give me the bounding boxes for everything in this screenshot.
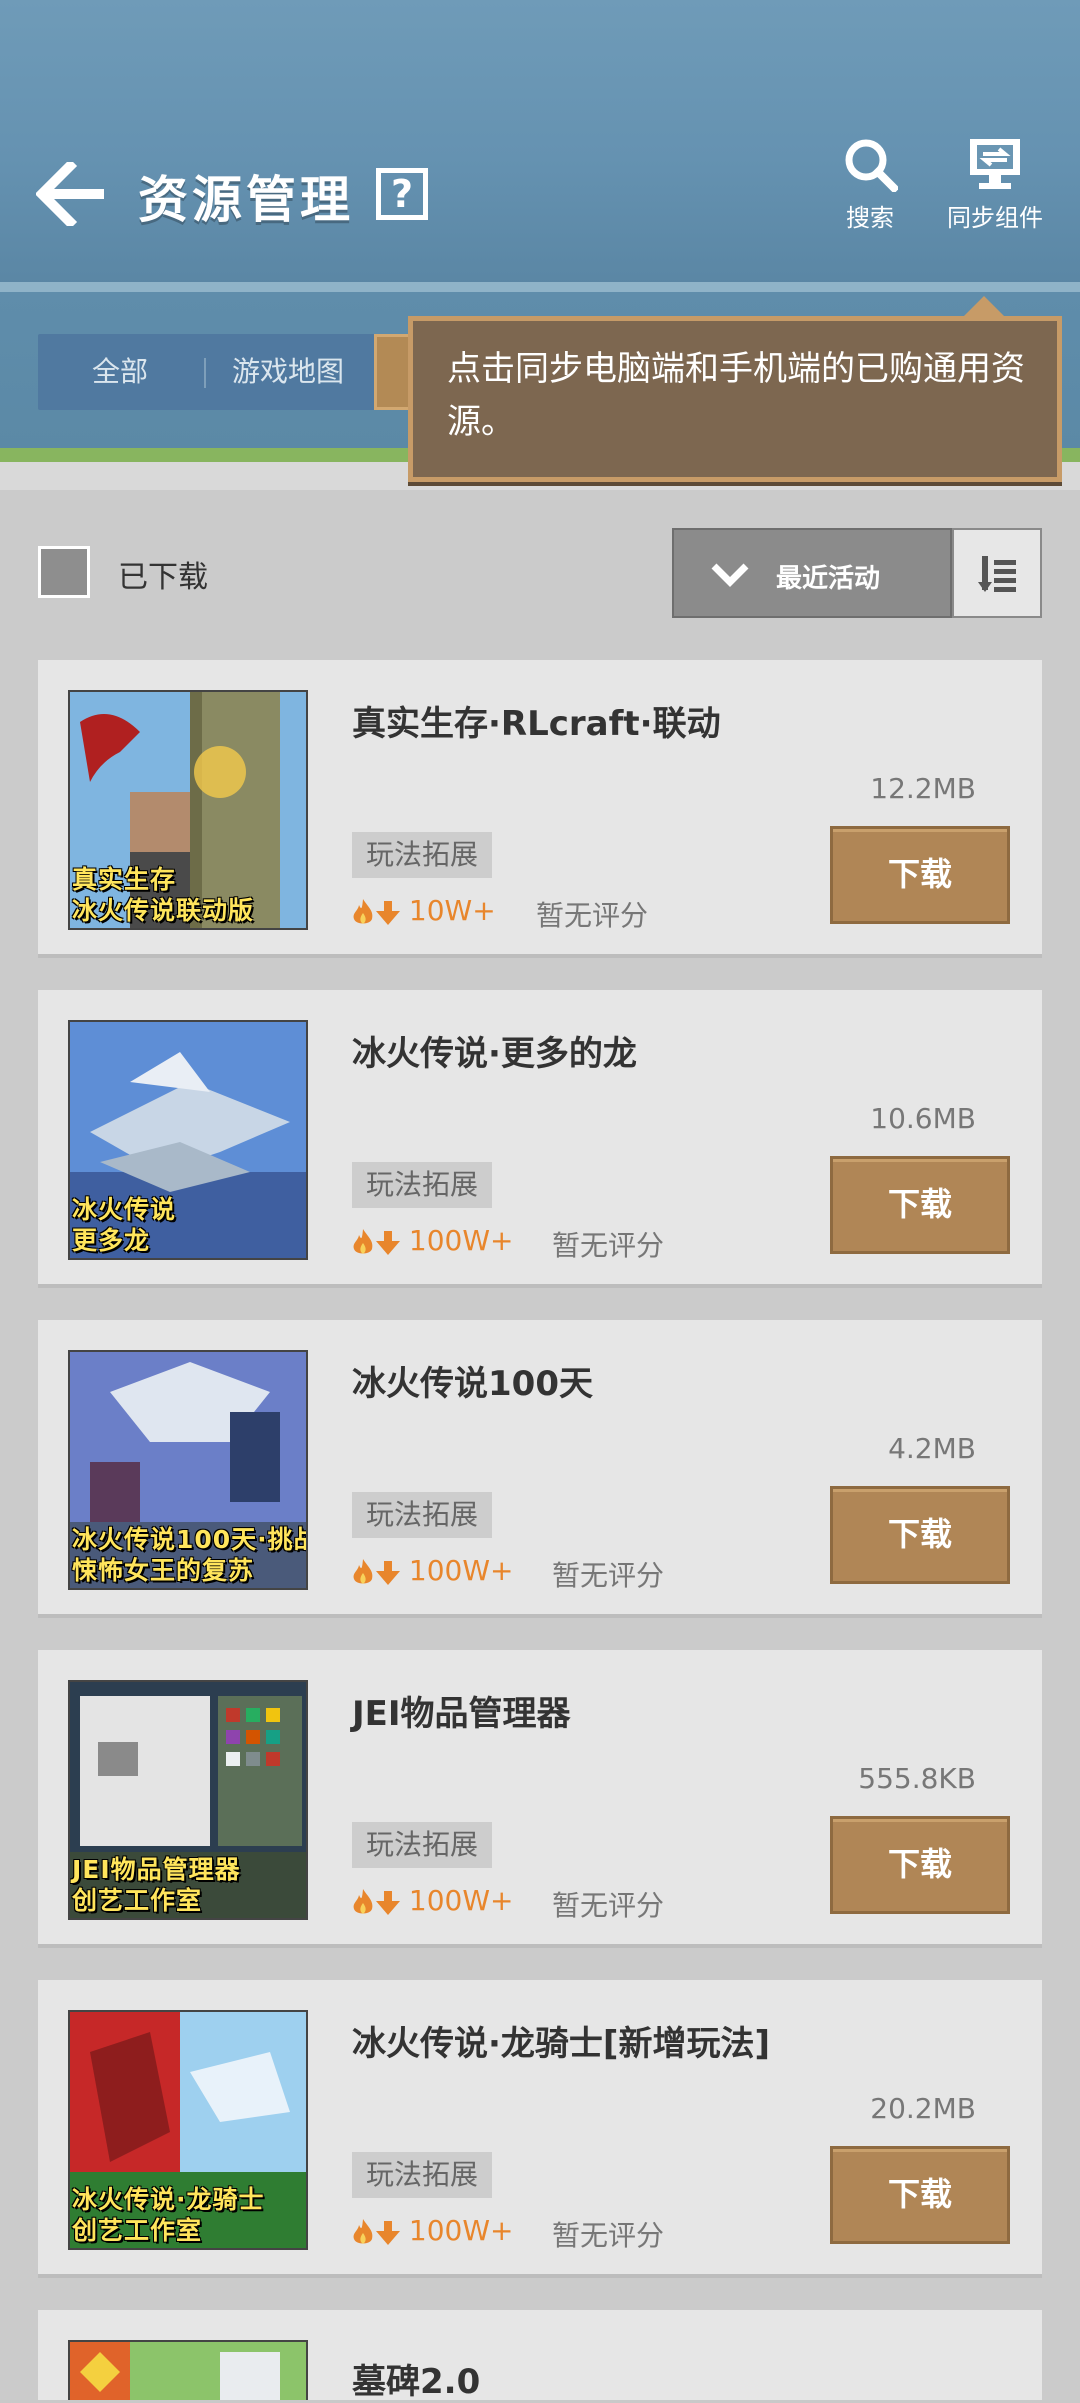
back-arrow-icon[interactable] xyxy=(36,162,108,226)
resource-card[interactable]: 冰火传说100天·挑战 悚怖女王的复苏 冰火传说100天 4.2MB 玩法拓展 … xyxy=(38,1320,1042,1618)
rating-text: 暂无评分 xyxy=(536,899,649,932)
tooltip-arrow xyxy=(962,296,1006,318)
download-arrow-icon xyxy=(376,1231,400,1255)
resource-size: 10.6MB xyxy=(870,1102,976,1135)
resource-tag: 玩法拓展 xyxy=(352,1492,493,1538)
sort-icon xyxy=(978,556,1016,592)
fire-icon xyxy=(353,899,373,924)
rating-text: 暂无评分 xyxy=(552,2219,665,2252)
resource-title: 冰火传说·更多的龙 xyxy=(352,1034,637,1074)
download-button[interactable]: 下载 xyxy=(830,826,1010,924)
download-arrow-icon xyxy=(376,901,400,925)
download-stats: 10W+ xyxy=(350,894,496,927)
resource-card[interactable]: 墓碑2.0 xyxy=(38,2310,1042,2402)
search-label: 搜索 xyxy=(846,204,894,232)
download-count: 100W+ xyxy=(408,1554,514,1587)
download-button[interactable]: 下载 xyxy=(830,1486,1010,1584)
chevron-down-icon xyxy=(711,563,749,587)
resource-card[interactable]: 冰火传说·龙骑士 创艺工作室 冰火传说·龙骑士[新增玩法] 20.2MB 玩法拓… xyxy=(38,1980,1042,2278)
fire-icon xyxy=(353,1559,373,1584)
download-stats: 100W+ xyxy=(350,1554,514,1587)
resource-tag: 玩法拓展 xyxy=(352,2152,493,2198)
tooltip-text: 点击同步电脑端和手机端的已购通用资源。 xyxy=(447,349,1025,442)
download-count: 100W+ xyxy=(408,1224,514,1257)
sort-label: 最近活动 xyxy=(776,564,881,594)
tab-divider xyxy=(204,358,206,388)
resource-size: 555.8KB xyxy=(858,1762,976,1795)
rating-text: 暂无评分 xyxy=(552,1559,665,1592)
download-count: 100W+ xyxy=(408,1884,514,1917)
thumbnail-caption: 真实生存 冰火传说联动版 xyxy=(72,865,255,925)
resource-thumbnail: JEI物品管理器 创艺工作室 xyxy=(68,1680,308,1920)
thumbnail-caption: 冰火传说 更多龙 xyxy=(72,1195,177,1255)
download-stats: 100W+ xyxy=(350,2214,514,2247)
header-divider xyxy=(0,282,1080,292)
sort-dropdown[interactable]: 最近活动 xyxy=(672,528,952,618)
thumbnail-caption: JEI物品管理器 创艺工作室 xyxy=(72,1855,241,1915)
download-arrow-icon xyxy=(376,1561,400,1585)
search-button[interactable]: 搜索 xyxy=(810,136,930,233)
download-stats: 100W+ xyxy=(350,1224,514,1257)
resource-card[interactable]: JEI物品管理器 创艺工作室 JEI物品管理器 555.8KB 玩法拓展 100… xyxy=(38,1650,1042,1948)
resource-thumbnail: 冰火传说100天·挑战 悚怖女王的复苏 xyxy=(68,1350,308,1590)
download-button[interactable]: 下载 xyxy=(830,1816,1010,1914)
rating-text: 暂无评分 xyxy=(552,1889,665,1922)
download-stats: 100W+ xyxy=(350,1884,514,1917)
thumbnail-caption: 冰火传说100天·挑战 悚怖女王的复苏 xyxy=(72,1525,308,1585)
resource-title: 冰火传说·龙骑士[新增玩法] xyxy=(352,2024,770,2064)
resource-title: JEI物品管理器 xyxy=(352,1694,571,1734)
downloaded-label: 已下载 xyxy=(118,560,208,595)
downloaded-checkbox[interactable] xyxy=(38,546,90,598)
header: 资源管理 ? 搜索 同步组件 xyxy=(0,0,1080,288)
page-title: 资源管理 xyxy=(138,171,354,229)
resource-thumbnail: 真实生存 冰火传说联动版 xyxy=(68,690,308,930)
resource-size: 4.2MB xyxy=(888,1432,976,1465)
fire-icon xyxy=(353,1229,373,1254)
resource-size: 20.2MB xyxy=(870,2092,976,2125)
download-arrow-icon xyxy=(376,1891,400,1915)
sync-tooltip[interactable]: 点击同步电脑端和手机端的已购通用资源。 xyxy=(408,316,1062,482)
resource-size: 12.2MB xyxy=(870,772,976,805)
sync-components-button[interactable]: 同步组件 xyxy=(930,136,1060,233)
rating-text: 暂无评分 xyxy=(552,1229,665,1262)
resource-thumbnail: 冰火传说 更多龙 xyxy=(68,1020,308,1260)
resource-title: 墓碑2.0 xyxy=(352,2362,481,2402)
download-arrow-icon xyxy=(376,2221,400,2245)
sort-order-button[interactable] xyxy=(952,528,1042,618)
sync-icon xyxy=(970,139,1020,189)
resource-tag: 玩法拓展 xyxy=(352,832,493,878)
fire-icon xyxy=(353,2219,373,2244)
resource-tag: 玩法拓展 xyxy=(352,1822,493,1868)
download-count: 100W+ xyxy=(408,2214,514,2247)
resource-card[interactable]: 冰火传说 更多龙 冰火传说·更多的龙 10.6MB 玩法拓展 100W+ 暂无评… xyxy=(38,990,1042,1288)
resource-thumbnail: 冰火传说·龙骑士 创艺工作室 xyxy=(68,2010,308,2250)
download-count: 10W+ xyxy=(408,894,496,927)
tab-game-map[interactable]: 游戏地图 xyxy=(208,334,368,410)
fire-icon xyxy=(353,1889,373,1914)
resource-card[interactable]: 真实生存 冰火传说联动版 真实生存·RLcraft·联动 12.2MB 玩法拓展… xyxy=(38,660,1042,958)
search-icon xyxy=(845,139,898,192)
thumbnail-caption: 冰火传说·龙骑士 创艺工作室 xyxy=(72,2185,265,2245)
resource-tag: 玩法拓展 xyxy=(352,1162,493,1208)
download-button[interactable]: 下载 xyxy=(830,1156,1010,1254)
resource-title: 冰火传说100天 xyxy=(352,1364,593,1404)
resource-thumbnail xyxy=(68,2340,308,2400)
tab-all[interactable]: 全部 xyxy=(38,334,202,410)
resource-title: 真实生存·RLcraft·联动 xyxy=(352,704,721,744)
help-icon[interactable]: ? xyxy=(376,168,428,220)
sync-label: 同步组件 xyxy=(947,204,1043,232)
download-button[interactable]: 下载 xyxy=(830,2146,1010,2244)
